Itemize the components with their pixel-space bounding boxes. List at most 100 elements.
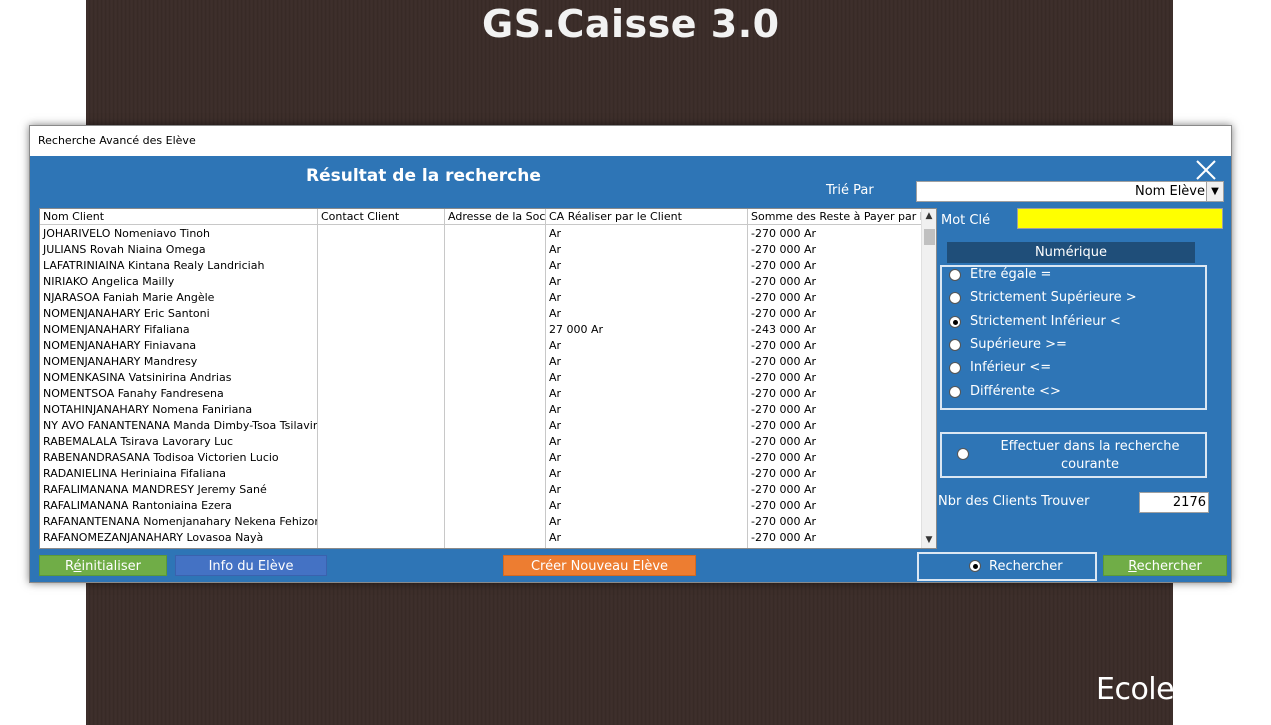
numeric-header: Numérique [947,242,1195,263]
table-cell [318,258,444,274]
table-cell: Ar [549,451,562,464]
table-cell: Ar [549,259,562,272]
table-row[interactable]: NOTAHINJANAHARY Nomena Faniriana Ar -270 0… [40,402,922,418]
table-cell [318,434,444,450]
table-cell: -270 000 Ar [751,243,817,256]
table-cell: LAFATRINIAINA Kintana Realy Landriciah [43,259,265,272]
table-cell: NY AVO FANANTENANA Manda Dimby-Tsoa Tsil… [43,419,317,432]
column-header[interactable]: Nom Client [40,209,318,225]
radio-button[interactable] [949,292,961,304]
table-row[interactable]: LAFATRINIAINA Kintana Realy Landriciah Ar… [40,258,922,274]
column-header[interactable]: CA Réaliser par le Client [546,209,748,225]
table-body: JOHARIVELO Nomeniavo Tinoh Ar -270 000 Ar J… [40,226,922,546]
close-icon[interactable] [1194,158,1218,182]
table-cell [445,370,545,386]
table-cell: Ar [549,275,562,288]
sort-label: Trié Par [826,183,874,198]
table-cell: RAFALIMANANA Rantoniaina Ezera [43,499,232,512]
table-row[interactable]: RAFALIMANANA MANDRESY Jeremy Sané Ar -270 … [40,482,922,498]
table-cell [445,498,545,514]
table-row[interactable]: NIRIAKO Angelica Mailly Ar -270 000 Ar [40,274,922,290]
radio-button[interactable] [949,386,961,398]
vertical-scrollbar[interactable]: ▲ ▼ [921,209,936,548]
column-header[interactable]: Somme des Reste à Payer par le [748,209,922,225]
results-heading: Résultat de la recherche [306,166,541,186]
table-cell: -243 000 Ar [751,323,817,336]
search-button[interactable]: Rechercher [1103,555,1227,576]
keyword-input[interactable] [1017,208,1223,229]
current-search-label: Effectuer dans la recherche courante [1000,439,1180,472]
table-cell: NJARASOA Faniah Marie Angèle [43,291,215,304]
table-cell: NOMENKASINA Vatsinirina Andrias [43,371,232,384]
table-row[interactable]: JULIANS Rovah Niaina Omega Ar -270 000 Ar [40,242,922,258]
table-cell [445,418,545,434]
radio-button-selected[interactable] [969,560,981,572]
table-cell: -270 000 Ar [751,275,817,288]
table-cell: Ar [549,483,562,496]
table-cell [318,290,444,306]
radio-button[interactable] [949,269,961,281]
table-cell [318,418,444,434]
table-row[interactable]: NOMENJANAHARY Eric Santoni Ar -270 000 Ar [40,306,922,322]
table-cell: -270 000 Ar [751,451,817,464]
table-cell [318,450,444,466]
window-titlebar: Recherche Avancé des Elève [30,126,1231,156]
table-cell: Ar [549,387,562,400]
sort-select[interactable]: Nom Elève ▼ [916,181,1224,202]
scroll-thumb[interactable] [924,229,935,245]
table-cell [318,466,444,482]
table-row[interactable]: NOMENJANAHARY Mandresy Ar -270 000 Ar [40,354,922,370]
table-row[interactable]: NY AVO FANANTENANA Manda Dimby-Tsoa Tsil… [40,418,922,434]
table-row[interactable]: RAFALIMANANA Rantoniaina Ezera Ar -270 000… [40,498,922,514]
student-info-button[interactable]: Info du Elève [175,555,327,576]
table-row[interactable]: NOMENKASINA Vatsinirina Andrias Ar -270 00… [40,370,922,386]
table-cell [318,482,444,498]
current-search-option[interactable]: Effectuer dans la recherche courante [940,432,1207,478]
table-cell: NOMENJANAHARY Fifaliana [43,323,190,336]
table-cell: Ar [549,355,562,368]
scroll-down-icon[interactable]: ▼ [922,533,936,548]
table-cell [445,290,545,306]
column-header[interactable]: Adresse de la Soc [445,209,546,225]
create-student-button[interactable]: Créer Nouveau Elève [503,555,696,576]
column-header[interactable]: Contact Client [318,209,445,225]
table-cell: JOHARIVELO Nomeniavo Tinoh [43,227,211,240]
table-cell: -270 000 Ar [751,387,817,400]
radio-button[interactable] [949,339,961,351]
table-cell [445,258,545,274]
table-cell: NOMENJANAHARY Eric Santoni [43,307,210,320]
table-cell: Ar [549,339,562,352]
table-row[interactable]: NOMENJANAHARY Fifaliana 27 000 Ar -243 000… [40,322,922,338]
table-cell: -270 000 Ar [751,291,817,304]
sort-value: Nom Elève [1135,184,1205,199]
table-row[interactable]: RAFANOMEZANJANAHARY Lovasoa Nayà Ar -270 0… [40,530,922,546]
search-dialog: Recherche Avancé des Elève Résultat de l… [29,125,1232,583]
scroll-up-icon[interactable]: ▲ [922,209,936,224]
radio-button-selected[interactable] [949,316,961,328]
window-title: Recherche Avancé des Elève [38,134,196,147]
search-radio-label: Rechercher [989,559,1063,574]
search-radio-option[interactable]: Rechercher [917,552,1097,581]
table-row[interactable]: RADANIELINA Heriniaina Fifaliana Ar -270 0… [40,466,922,482]
table-row[interactable]: RAFANANTENANA Nomenjanahary Nekena Fehiz… [40,514,922,530]
chevron-down-icon[interactable]: ▼ [1206,182,1223,201]
reset-button[interactable]: Réinitialiser [39,555,167,576]
table-cell [318,226,444,242]
table-cell: -270 000 Ar [751,307,817,320]
table-row[interactable]: NOMENJANAHARY Finiavana Ar -270 000 Ar [40,338,922,354]
table-cell [445,466,545,482]
results-table[interactable]: Nom Client Contact Client Adresse de la … [39,208,937,549]
table-row[interactable]: NOMENTSOA Fanahy Fandresena Ar -270 000 Ar [40,386,922,402]
radio-button[interactable] [949,362,961,374]
radio-button[interactable] [957,448,969,460]
table-row[interactable]: JOHARIVELO Nomeniavo Tinoh Ar -270 000 Ar [40,226,922,242]
table-row[interactable]: NJARASOA Faniah Marie Angèle Ar -270 000 A… [40,290,922,306]
count-label: Nbr des Clients Trouver [938,494,1090,509]
table-cell [445,434,545,450]
table-cell [318,354,444,370]
table-cell: -270 000 Ar [751,467,817,480]
keyword-label: Mot Clé [941,213,991,228]
table-row[interactable]: RABEMALALA Tsirava Lavorary Luc Ar -270 00… [40,434,922,450]
table-row[interactable]: RABENANDRASANA Todisoa Victorien Lucio Ar… [40,450,922,466]
table-cell: Ar [549,371,562,384]
